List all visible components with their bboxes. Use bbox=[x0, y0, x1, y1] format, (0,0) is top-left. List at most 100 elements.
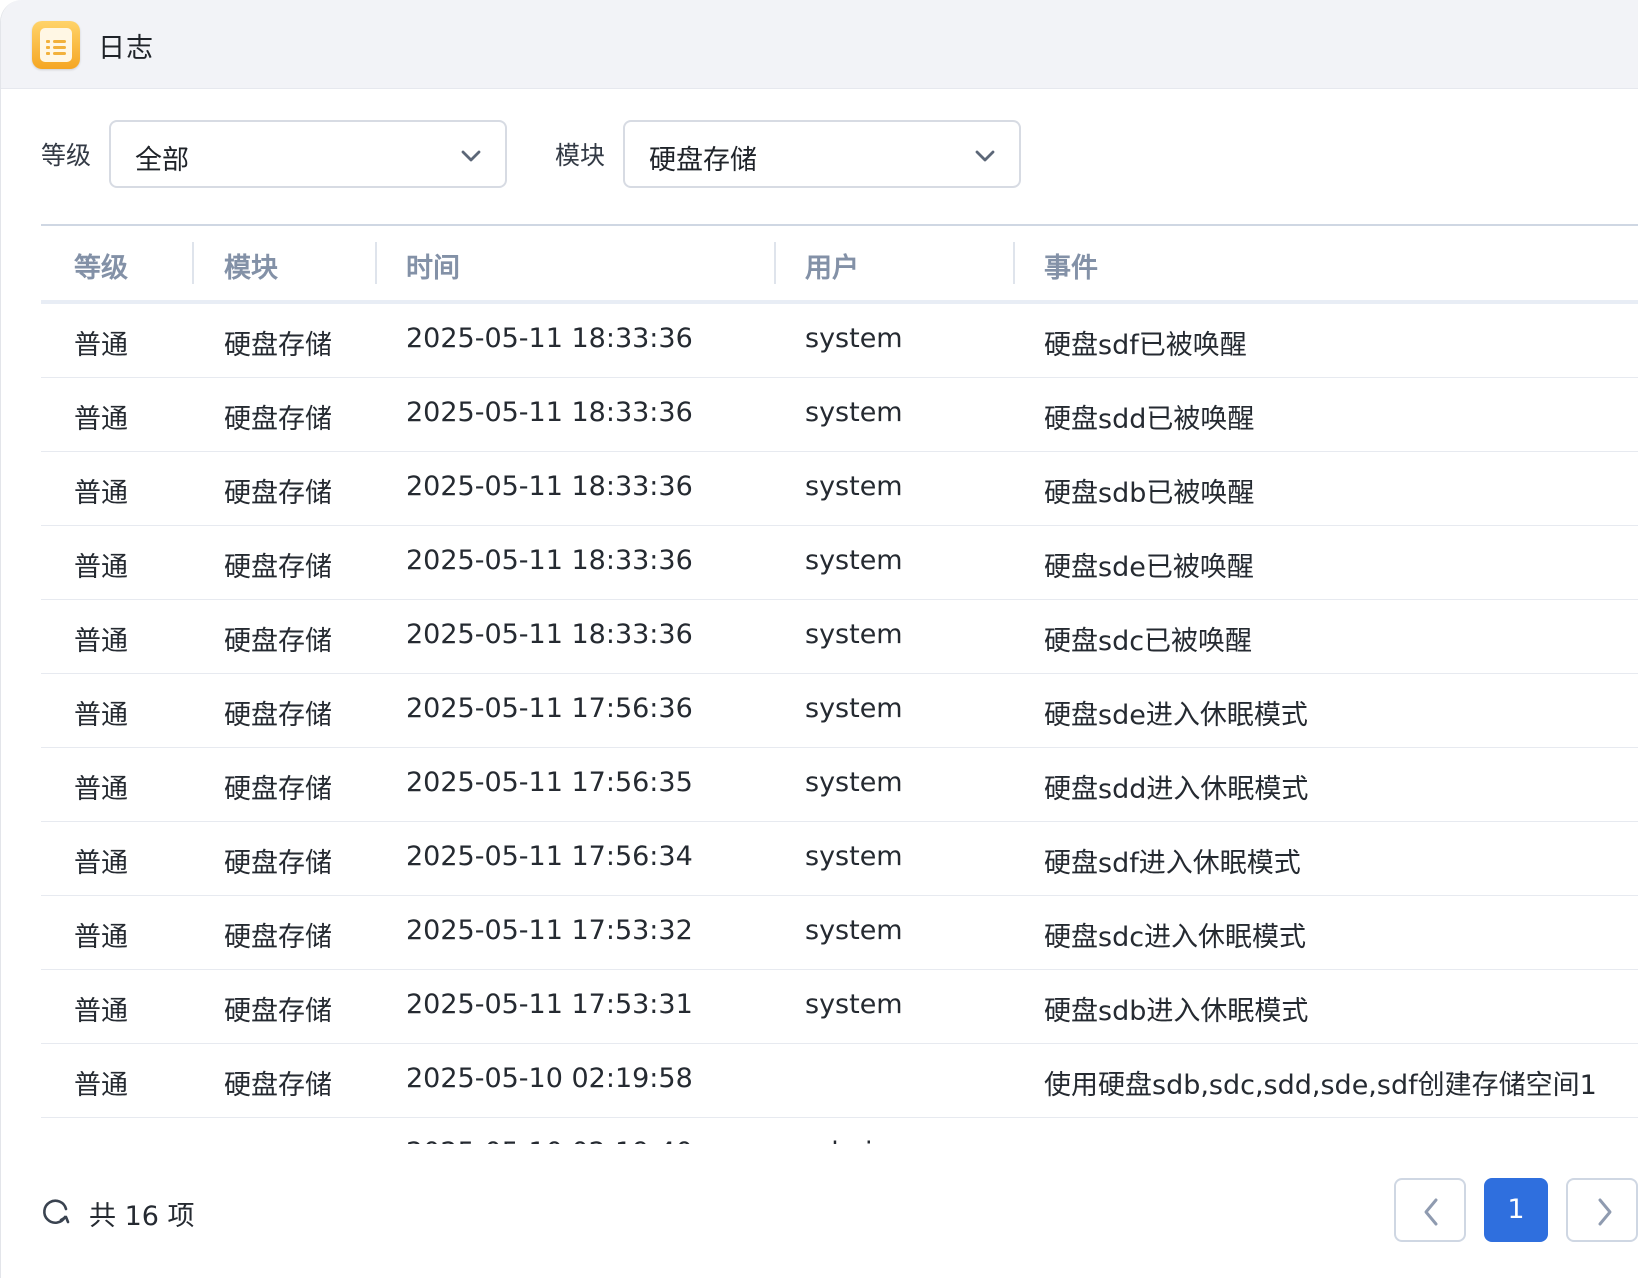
column-header-level[interactable]: 等级 bbox=[74, 246, 128, 285]
cell-level: 普通 bbox=[74, 552, 128, 583]
cell-event: 硬盘sdb进入休眠模式 bbox=[1044, 996, 1309, 1027]
table-row[interactable]: 普通 硬盘存储 2025-05-11 18:33:36 system 硬盘sde已被唤醒 bbox=[41, 526, 1638, 600]
next-page-button[interactable] bbox=[1566, 1178, 1638, 1242]
cell-level: 普通 bbox=[74, 848, 128, 879]
window-title: 日志 bbox=[98, 33, 154, 64]
chevron-down-icon bbox=[975, 150, 995, 162]
cell-event: 使用硬盘sdb,sdc,sdd,sde,sdf创建存储空间1 bbox=[1044, 1070, 1597, 1101]
cell-module: 硬盘存储 bbox=[224, 922, 332, 953]
table-row[interactable]: 普通 硬盘存储 2025-05-11 18:33:36 system 硬盘sdf已被唤醒 bbox=[41, 304, 1638, 378]
cell-module: 硬盘存储 bbox=[224, 626, 332, 657]
column-divider[interactable] bbox=[774, 242, 776, 284]
cell-time: 2025-05-11 17:56:36 bbox=[406, 693, 693, 724]
title-bar: 日志 bbox=[1, 0, 1638, 89]
cell-level: 普通 bbox=[74, 404, 128, 435]
cell-level: 普通 bbox=[74, 1137, 128, 1144]
chevron-left-icon bbox=[1424, 1198, 1438, 1226]
cell-user: system bbox=[805, 471, 903, 502]
cell-level: 普通 bbox=[74, 626, 128, 657]
cell-level: 普通 bbox=[74, 330, 128, 361]
cell-module: 硬盘存储 bbox=[224, 700, 332, 731]
level-select-value: 全部 bbox=[135, 145, 189, 176]
total-count: 共 16 项 bbox=[89, 1201, 195, 1232]
table-row[interactable]: 普通 硬盘存储 2025-05-11 18:33:36 system 硬盘sdd已被唤醒 bbox=[41, 378, 1638, 452]
cell-event: 删除存储空间1 bbox=[1044, 1137, 1223, 1144]
cell-user: system bbox=[805, 767, 903, 798]
cell-user: system bbox=[805, 841, 903, 872]
cell-event: 硬盘sde已被唤醒 bbox=[1044, 552, 1254, 583]
cell-module: 硬盘存储 bbox=[224, 330, 332, 361]
column-header-event[interactable]: 事件 bbox=[1044, 246, 1098, 285]
cell-level: 普通 bbox=[74, 922, 128, 953]
cell-event: 硬盘sdc进入休眠模式 bbox=[1044, 922, 1307, 953]
page-number-button[interactable]: 1 bbox=[1484, 1178, 1548, 1242]
column-divider[interactable] bbox=[375, 242, 377, 284]
cell-time: 2025-05-11 18:33:36 bbox=[406, 323, 693, 354]
cell-module: 硬盘存储 bbox=[224, 1070, 332, 1101]
cell-time: 2025-05-11 17:56:35 bbox=[406, 767, 693, 798]
cell-module: 硬盘存储 bbox=[224, 1137, 332, 1144]
cell-module: 硬盘存储 bbox=[224, 552, 332, 583]
cell-event: 硬盘sdc已被唤醒 bbox=[1044, 626, 1253, 657]
column-header-user[interactable]: 用户 bbox=[805, 246, 859, 285]
previous-page-button[interactable] bbox=[1394, 1178, 1466, 1242]
cell-time: 2025-05-11 18:33:36 bbox=[406, 545, 693, 576]
table-row[interactable]: 普通 硬盘存储 2025-05-11 17:53:31 system 硬盘sdb进入休眠… bbox=[41, 970, 1638, 1044]
cell-module: 硬盘存储 bbox=[224, 774, 332, 805]
cell-time: 2025-05-11 18:33:36 bbox=[406, 397, 693, 428]
cell-level: 普通 bbox=[74, 478, 128, 509]
column-divider[interactable] bbox=[192, 242, 194, 284]
cell-level: 普通 bbox=[74, 996, 128, 1027]
column-header-module[interactable]: 模块 bbox=[224, 246, 278, 285]
log-window: 日志 等级 全部 模块 硬盘存储 等级 模块 时间 用户 事件 普通 硬盘存储 20… bbox=[0, 0, 1638, 1278]
cell-event: 硬盘sdf进入休眠模式 bbox=[1044, 848, 1301, 879]
cell-user: system bbox=[805, 619, 903, 650]
table-row[interactable]: 普通 硬盘存储 2025-05-11 17:56:35 system 硬盘sdd进入休眠… bbox=[41, 748, 1638, 822]
table-row[interactable]: 普通 硬盘存储 2025-05-11 17:53:32 system 硬盘sdc进入休眠… bbox=[41, 896, 1638, 970]
cell-time: 2025-05-11 18:33:36 bbox=[406, 619, 693, 650]
cell-event: 硬盘sdd已被唤醒 bbox=[1044, 404, 1255, 435]
cell-time: 2025-05-11 17:53:32 bbox=[406, 915, 693, 946]
table-row[interactable]: 普通 硬盘存储 2025-05-11 17:56:36 system 硬盘sde进入休眠… bbox=[41, 674, 1638, 748]
table-body[interactable]: 普通 硬盘存储 2025-05-11 18:33:36 system 硬盘sdf已被唤醒… bbox=[41, 304, 1638, 1144]
level-filter-label: 等级 bbox=[41, 141, 92, 170]
module-filter-label: 模块 bbox=[555, 141, 606, 170]
table-header: 等级 模块 时间 用户 事件 bbox=[41, 226, 1638, 304]
table-row[interactable]: 普通 硬盘存储 2025-05-10 02:19:40 admin 删除存储空间1 bbox=[41, 1118, 1638, 1144]
cell-user: system bbox=[805, 323, 903, 354]
module-select-value: 硬盘存储 bbox=[649, 145, 757, 176]
cell-level: 普通 bbox=[74, 700, 128, 731]
cell-event: 硬盘sdb已被唤醒 bbox=[1044, 478, 1255, 509]
table-row[interactable]: 普通 硬盘存储 2025-05-11 17:56:34 system 硬盘sdf进入休眠… bbox=[41, 822, 1638, 896]
cell-user: system bbox=[805, 397, 903, 428]
cell-level: 普通 bbox=[74, 774, 128, 805]
chevron-down-icon bbox=[461, 150, 481, 162]
table-row[interactable]: 普通 硬盘存储 2025-05-11 18:33:36 system 硬盘sdb已被唤醒 bbox=[41, 452, 1638, 526]
column-divider[interactable] bbox=[1013, 242, 1015, 284]
cell-user: system bbox=[805, 915, 903, 946]
cell-time: 2025-05-11 17:53:31 bbox=[406, 989, 693, 1020]
refresh-icon[interactable] bbox=[41, 1196, 71, 1226]
cell-level: 普通 bbox=[74, 1070, 128, 1101]
table-row[interactable]: 普通 硬盘存储 2025-05-11 18:33:36 system 硬盘sdc已被唤醒 bbox=[41, 600, 1638, 674]
cell-module: 硬盘存储 bbox=[224, 848, 332, 879]
cell-module: 硬盘存储 bbox=[224, 404, 332, 435]
cell-module: 硬盘存储 bbox=[224, 478, 332, 509]
cell-user: admin bbox=[805, 1137, 890, 1144]
cell-event: 硬盘sde进入休眠模式 bbox=[1044, 700, 1308, 731]
module-select[interactable]: 硬盘存储 bbox=[623, 120, 1021, 188]
table-footer: 共 16 项 1 bbox=[1, 1144, 1638, 1278]
chevron-right-icon bbox=[1598, 1198, 1612, 1226]
cell-event: 硬盘sdf已被唤醒 bbox=[1044, 330, 1247, 361]
cell-time: 2025-05-11 17:56:34 bbox=[406, 841, 693, 872]
level-select[interactable]: 全部 bbox=[109, 120, 507, 188]
cell-module: 硬盘存储 bbox=[224, 996, 332, 1027]
cell-time: 2025-05-11 18:33:36 bbox=[406, 471, 693, 502]
column-header-time[interactable]: 时间 bbox=[406, 246, 460, 285]
cell-user: system bbox=[805, 989, 903, 1020]
cell-user: system bbox=[805, 545, 903, 576]
table-row[interactable]: 普通 硬盘存储 2025-05-10 02:19:58 使用硬盘sdb,sdc,sdd… bbox=[41, 1044, 1638, 1118]
cell-user: system bbox=[805, 693, 903, 724]
log-notepad-icon bbox=[32, 21, 80, 69]
cell-time: 2025-05-10 02:19:58 bbox=[406, 1063, 693, 1094]
